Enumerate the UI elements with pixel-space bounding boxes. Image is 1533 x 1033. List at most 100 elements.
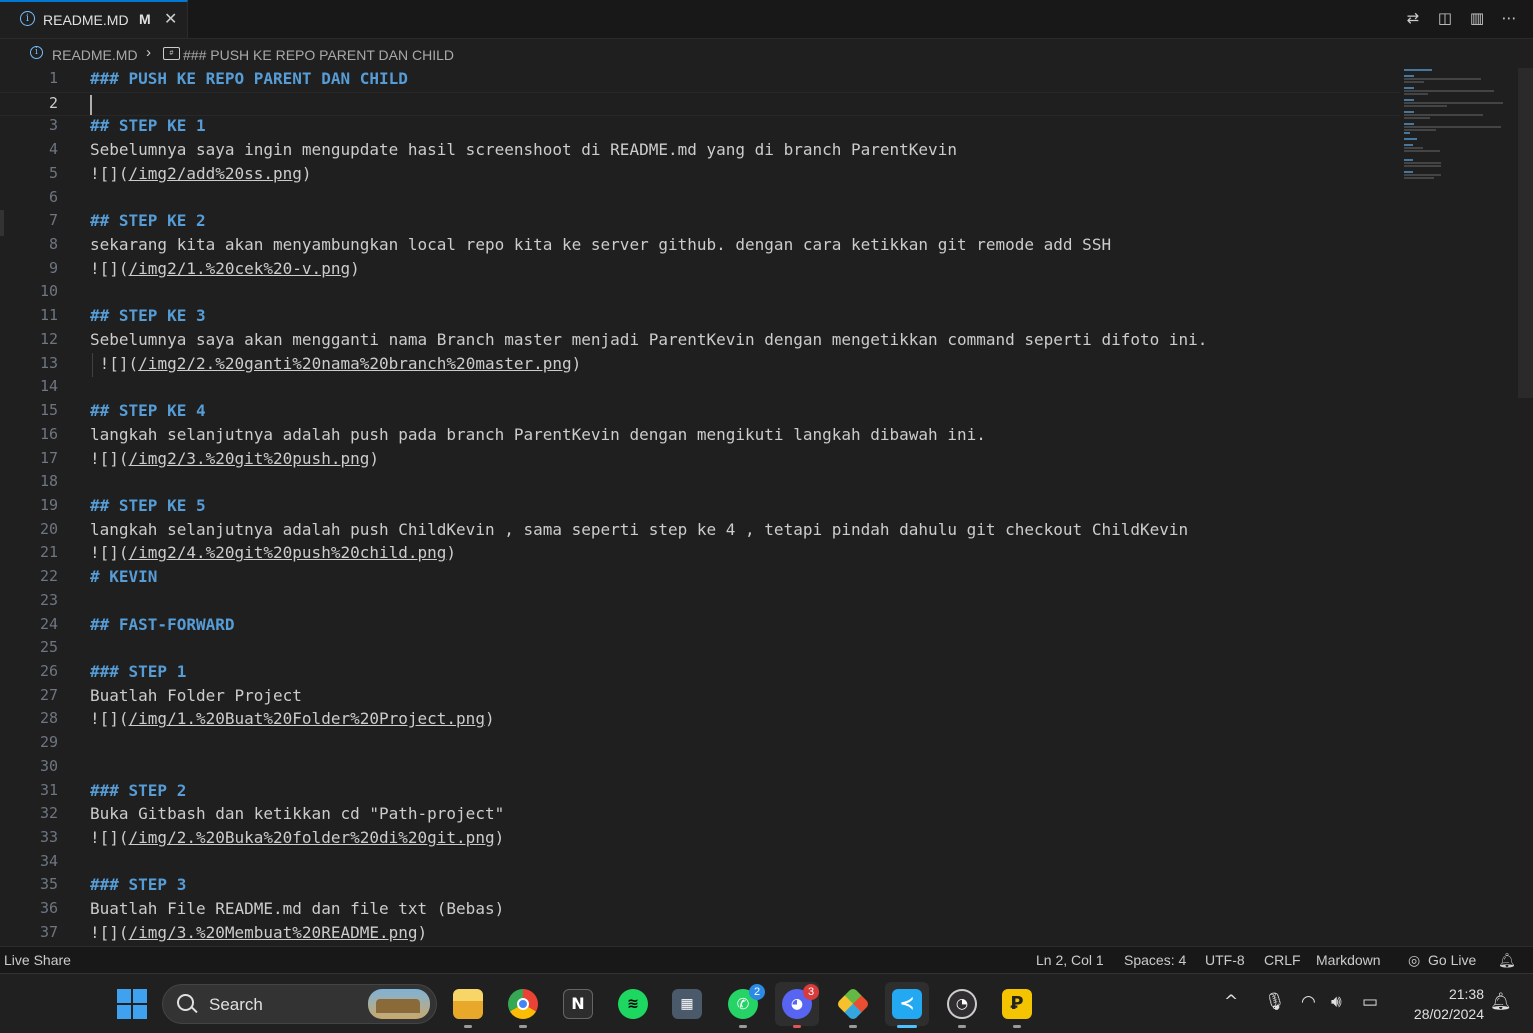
- editor-line[interactable]: 37 ![](/img/3.%20Membuat%20README.png): [0, 922, 1400, 946]
- chevron-up-icon[interactable]: ^: [1224, 992, 1238, 1012]
- editor-line[interactable]: 16 langkah selanjutnya adalah push pada b…: [0, 424, 1400, 448]
- link-path[interactable]: /img/2.%20Buka%20folder%20di%20git.png: [129, 828, 495, 847]
- editor-line[interactable]: 27 Buatlah Folder Project: [0, 685, 1400, 709]
- editor-line[interactable]: 12 Sebelumnya saya akan mengganti nama Br…: [0, 329, 1400, 353]
- breadcrumb-symbol[interactable]: ### PUSH KE REPO PARENT DAN CHILD: [183, 47, 454, 63]
- volume-icon[interactable]: 🔊︎: [1331, 992, 1342, 1012]
- wifi-icon[interactable]: ◠: [1301, 992, 1316, 1012]
- editor-line[interactable]: 25: [0, 637, 1400, 661]
- start-icon[interactable]: [117, 989, 147, 1019]
- vscode-icon[interactable]: ≺: [885, 982, 929, 1028]
- editor-line[interactable]: 29: [0, 732, 1400, 756]
- editor-line[interactable]: 15 ## STEP KE 4: [0, 400, 1400, 424]
- link-path[interactable]: /img2/2.%20ganti%20nama%20branch%20maste…: [138, 354, 571, 373]
- tab-readme[interactable]: i README.MD M ✕: [0, 0, 188, 38]
- calculator-icon[interactable]: ▦: [665, 982, 709, 1026]
- compare-changes-icon[interactable]: ⇄: [1403, 8, 1423, 28]
- editor-line[interactable]: 6: [0, 187, 1400, 211]
- editor-line[interactable]: 30: [0, 756, 1400, 780]
- editor-line[interactable]: 5 ![](/img2/add%20ss.png): [0, 163, 1400, 187]
- link-suffix: ): [484, 709, 495, 729]
- link-path[interactable]: /img/1.%20Buat%20Folder%20Project.png: [129, 709, 485, 728]
- editor-line[interactable]: 17 ![](/img2/3.%20git%20push.png): [0, 448, 1400, 472]
- minimap-line: [1404, 78, 1481, 80]
- obs-icon[interactable]: ◔: [940, 982, 984, 1028]
- minimap-line: [1404, 93, 1428, 95]
- line-number: 9: [48, 258, 58, 277]
- heading-text: ## FAST-FORWARD: [90, 614, 235, 634]
- editor-line[interactable]: 7 ## STEP KE 2: [0, 210, 1400, 234]
- editor-line[interactable]: 13 ![](/img2/2.%20ganti%20nama%20branch%…: [0, 352, 1400, 377]
- spotify-icon[interactable]: ≋: [611, 982, 655, 1026]
- search-box[interactable]: Search: [162, 984, 437, 1024]
- git-icon[interactable]: [831, 982, 875, 1028]
- notifications-icon[interactable]: 🔔︎: [1490, 992, 1512, 1012]
- editor[interactable]: 1 ### PUSH KE REPO PARENT DAN CHILD 2 3 ## S…: [0, 68, 1400, 946]
- image-link: ![](/img2/1.%20cek%20-v.png): [90, 259, 360, 278]
- minimap-line: [1404, 75, 1415, 77]
- vertical-scrollbar[interactable]: [1518, 68, 1533, 398]
- file-explorer-icon[interactable]: [446, 982, 490, 1028]
- chrome-icon[interactable]: [501, 982, 545, 1028]
- discord-icon[interactable]: ◕ 3: [775, 982, 819, 1028]
- editor-line[interactable]: 28 ![](/img/1.%20Buat%20Folder%20Project.…: [0, 708, 1400, 732]
- editor-line[interactable]: 26 ### STEP 1: [0, 661, 1400, 685]
- editor-line[interactable]: 33 ![](/img/2.%20Buka%20folder%20di%20git…: [0, 827, 1400, 851]
- clock[interactable]: 21:38 28/02/2024: [1398, 984, 1484, 1024]
- bell-icon[interactable]: 🔔︎: [1498, 952, 1516, 969]
- editor-line[interactable]: 19 ## STEP KE 5: [0, 495, 1400, 519]
- line-number: 26: [39, 662, 58, 680]
- notion-icon[interactable]: N: [556, 982, 600, 1026]
- editor-line[interactable]: 31 ### STEP 2: [0, 780, 1400, 804]
- link-path[interactable]: /img2/1.%20cek%20-v.png: [129, 259, 351, 278]
- editor-line[interactable]: 14: [0, 376, 1400, 400]
- open-preview-icon[interactable]: ◫: [1435, 8, 1455, 28]
- editor-line[interactable]: 10: [0, 281, 1400, 305]
- more-actions-icon[interactable]: ⋯: [1499, 8, 1519, 28]
- minimap-line: [1404, 147, 1423, 149]
- line-number: 18: [39, 472, 58, 491]
- link-prefix: ![](: [90, 709, 129, 729]
- line-number: 28: [39, 709, 58, 728]
- editor-line[interactable]: 36 Buatlah File README.md dan file txt (B…: [0, 898, 1400, 922]
- cursor-position[interactable]: Ln 2, Col 1: [1036, 952, 1104, 968]
- link-path[interactable]: /img2/add%20ss.png: [129, 164, 302, 183]
- link-path[interactable]: /img/3.%20Membuat%20README.png: [129, 923, 418, 942]
- editor-line[interactable]: 2: [0, 91, 1400, 116]
- editor-line[interactable]: 3 ## STEP KE 1: [0, 115, 1400, 139]
- editor-line[interactable]: 21 ![](/img2/4.%20git%20push%20child.png): [0, 542, 1400, 566]
- close-icon[interactable]: ✕: [164, 9, 177, 28]
- editor-line[interactable]: 22 # KEVIN: [0, 566, 1400, 590]
- end-of-line[interactable]: CRLF: [1264, 952, 1301, 968]
- editor-line[interactable]: 8 sekarang kita akan menyambungkan local …: [0, 234, 1400, 258]
- editor-line[interactable]: 9 ![](/img2/1.%20cek%20-v.png): [0, 258, 1400, 282]
- editor-line[interactable]: 34: [0, 851, 1400, 875]
- editor-line[interactable]: 1 ### PUSH KE REPO PARENT DAN CHILD: [0, 68, 1400, 92]
- editor-line[interactable]: 4 Sebelumnya saya ingin mengupdate hasil …: [0, 139, 1400, 163]
- minimap[interactable]: [1400, 68, 1518, 228]
- whatsapp-icon[interactable]: ✆ 2: [721, 982, 765, 1028]
- broadcast-icon: ◎: [1408, 952, 1421, 968]
- editor-line[interactable]: 18: [0, 471, 1400, 495]
- breadcrumb-file[interactable]: README.MD: [52, 47, 138, 63]
- go-live-button[interactable]: Go Live: [1428, 952, 1476, 968]
- editor-line[interactable]: 35 ### STEP 3: [0, 874, 1400, 898]
- modified-indicator: M: [139, 11, 151, 27]
- editor-line[interactable]: 23: [0, 590, 1400, 614]
- heading-symbol-icon: #: [163, 47, 180, 60]
- encoding[interactable]: UTF-8: [1205, 952, 1245, 968]
- split-editor-icon[interactable]: ▥: [1467, 8, 1487, 28]
- editor-line[interactable]: 32 Buka Gitbash dan ketikkan cd "Path-pro…: [0, 803, 1400, 827]
- line-number: 17: [39, 448, 58, 467]
- editor-line[interactable]: 11 ## STEP KE 3: [0, 305, 1400, 329]
- editor-line[interactable]: 24 ## FAST-FORWARD: [0, 614, 1400, 638]
- editor-line[interactable]: 20 langkah selanjutnya adalah push ChildK…: [0, 519, 1400, 543]
- lightshot-icon[interactable]: Ꝑ: [995, 982, 1039, 1028]
- link-path[interactable]: /img2/3.%20git%20push.png: [129, 449, 370, 468]
- language-mode[interactable]: Markdown: [1316, 952, 1381, 968]
- link-path[interactable]: /img2/4.%20git%20push%20child.png: [129, 543, 447, 562]
- live-share-button[interactable]: Live Share: [4, 952, 71, 968]
- battery-icon[interactable]: ▭: [1362, 992, 1378, 1012]
- indentation[interactable]: Spaces: 4: [1124, 952, 1186, 968]
- microphone-icon[interactable]: 🎙︎: [1264, 992, 1286, 1012]
